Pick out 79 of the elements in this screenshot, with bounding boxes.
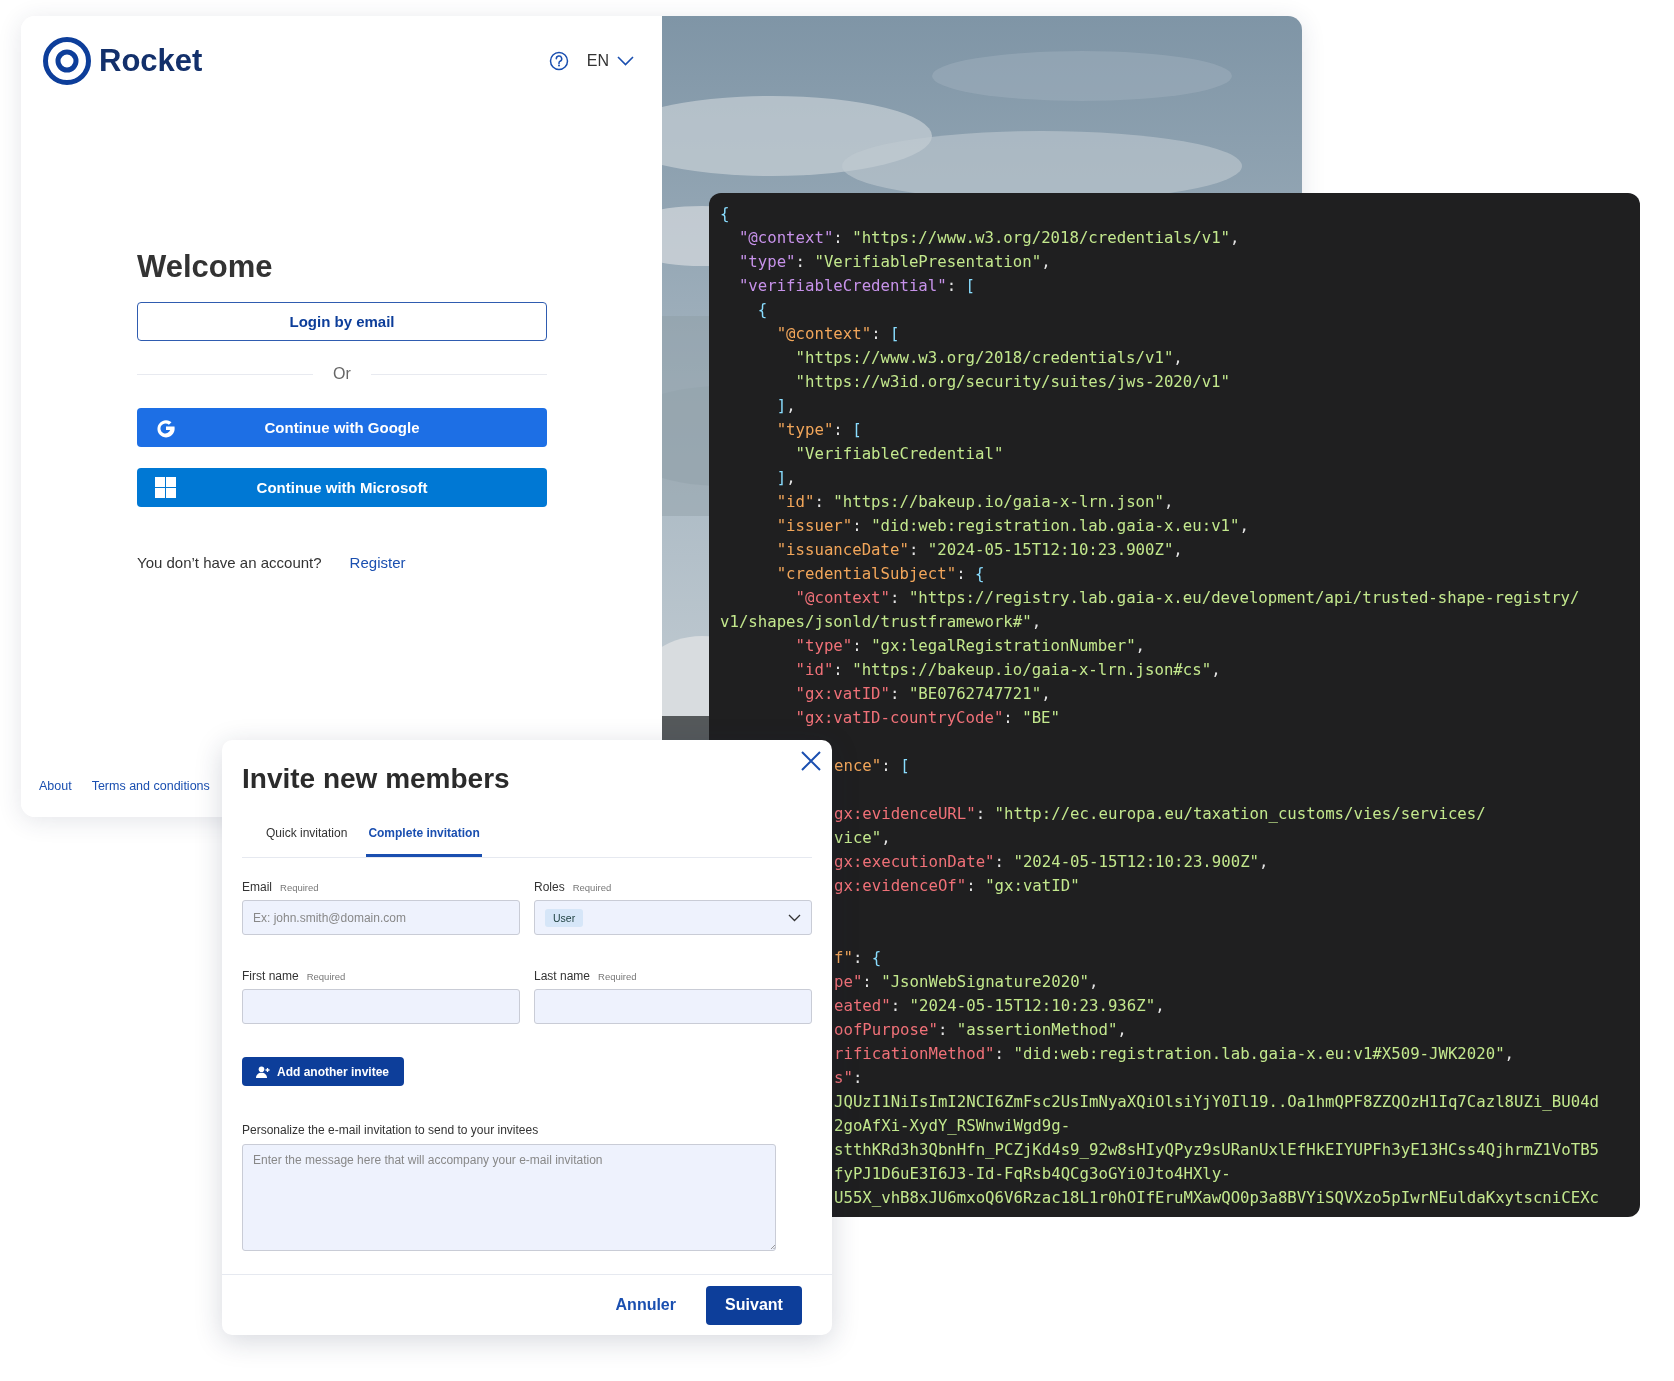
required-note: Required bbox=[306, 970, 346, 984]
message-label: Personalize the e-mail invitation to send to your invitees bbox=[242, 1122, 540, 1138]
input-field[interactable] bbox=[242, 989, 520, 1024]
code-line: s": bbox=[834, 1067, 863, 1089]
g-logo-icon bbox=[155, 417, 177, 439]
microsoft-login-button[interactable]: Continue with Microsoft bbox=[137, 468, 547, 507]
code-line: "type": [ bbox=[775, 419, 862, 441]
code-line: "@context": [ bbox=[775, 323, 900, 345]
code-line: "gx:vatID-countryCode": "BE" bbox=[794, 707, 1060, 729]
footer-link[interactable]: About bbox=[39, 776, 72, 796]
help-icon[interactable] bbox=[548, 51, 569, 71]
code-line: U55X_vhB8xJU6mxoQ6V6Rzac18L1r0hOIfEruMXawQO0p3a8BVYiSQVXzo5pIwrNEuldaKxytscniCEXc bbox=[834, 1187, 1600, 1209]
code-line: "verifiableCredential": [ bbox=[737, 275, 976, 297]
tab[interactable]: Quick invitation bbox=[264, 824, 350, 857]
login-email-button[interactable]: Login by email bbox=[137, 302, 547, 341]
role-select[interactable]: User bbox=[534, 900, 812, 935]
code-line: "@context": "https://www.w3.org/2018/credentials/v1", bbox=[737, 227, 1240, 249]
input-field[interactable]: Ex: john.smith@domain.com bbox=[242, 900, 520, 935]
code-line: ence": [ bbox=[834, 755, 910, 777]
code-line: oofPurpose": "assertionMethod", bbox=[834, 1019, 1127, 1041]
dialog-title: Invite new members bbox=[242, 762, 511, 796]
required-note: Required bbox=[572, 881, 612, 895]
required-note: Required bbox=[280, 881, 319, 895]
code-line: gx:evidenceURL": "http://ec.europa.eu/taxation_customs/vies/services/ bbox=[834, 803, 1486, 825]
language-selector[interactable]: EN bbox=[586, 52, 634, 70]
google-login-button[interactable]: Continue with Google bbox=[137, 408, 547, 447]
field-label: Roles bbox=[534, 879, 565, 895]
code-line: "issuer": "did:web:registration.lab.gaia-x.eu:v1", bbox=[775, 515, 1249, 537]
code-line: "https://www.w3.org/2018/credentials/v1", bbox=[794, 347, 1183, 369]
code-line: f": { bbox=[834, 947, 882, 969]
code-line: ], bbox=[775, 467, 796, 489]
resize-handle-icon[interactable] bbox=[770, 1244, 776, 1250]
add-person-icon bbox=[256, 1065, 270, 1078]
code-line: { bbox=[756, 299, 768, 321]
code-line: { bbox=[720, 203, 730, 225]
welcome-title: Welcome bbox=[137, 249, 274, 285]
code-line: fyPJ1D6uE3I6J3-Id-FqRsb4QCg3oGYi0Jto4HXly- bbox=[834, 1163, 1231, 1185]
message-field[interactable]: Enter the message here that will accompany your e-mail invitation bbox=[242, 1144, 776, 1251]
code-line: pe": "JsonWebSignature2020", bbox=[834, 971, 1099, 993]
code-line: "credentialSubject": { bbox=[775, 563, 985, 585]
field-label: Last name bbox=[534, 968, 591, 984]
next-button[interactable]: Suivant bbox=[706, 1285, 802, 1325]
field-label: Email bbox=[242, 879, 272, 895]
code-line: eated": "2024-05-15T12:10:23.936Z", bbox=[834, 995, 1165, 1017]
code-line: "https://w3id.org/security/suites/jws-2020/v1" bbox=[794, 371, 1230, 393]
chevron-down-icon bbox=[788, 913, 801, 922]
code-line: rificationMethod": "did:web:registration.lab.gaia-x.eu:v1#X509-JWK2020", bbox=[834, 1043, 1515, 1065]
code-line: "VerifiableCredential" bbox=[794, 443, 1004, 465]
code-line: "@context": "https://registry.lab.gaia-x.eu/development/api/trusted-shape-registry/ bbox=[794, 587, 1580, 609]
code-line: "issuanceDate": "2024-05-15T12:10:23.900Z", bbox=[775, 539, 1183, 561]
code-line: "id": "https://bakeup.io/gaia-x-lrn.json#cs", bbox=[794, 659, 1221, 681]
code-line: 2goAfXi-XydY_RSWnwiWgd9g- bbox=[834, 1115, 1071, 1137]
chevron-down-icon bbox=[617, 56, 634, 66]
brand-name: Rocket bbox=[99, 43, 203, 79]
code-line: gx:evidenceOf": "gx:vatID" bbox=[834, 875, 1080, 897]
cancel-button[interactable]: Annuler bbox=[615, 1285, 676, 1325]
code-line: ], bbox=[775, 395, 796, 417]
code-line: "id": "https://bakeup.io/gaia-x-lrn.json", bbox=[775, 491, 1174, 513]
add-invitee-button[interactable]: Add another invitee bbox=[242, 1057, 404, 1086]
logo-icon bbox=[43, 37, 91, 85]
code-line: gx:executionDate": "2024-05-15T12:10:23.900Z", bbox=[834, 851, 1269, 873]
close-icon[interactable] bbox=[800, 750, 822, 772]
code-line: stthKRd3h3QbnHfn_PCZjKd4s9_92w8sHIyQPyz9sURanUxlEfHkEIYUPFh3yE13HCss4QjhrmZ1VoTB5 bbox=[834, 1139, 1600, 1161]
input-field[interactable] bbox=[534, 989, 812, 1024]
divider-label: Or bbox=[333, 365, 351, 383]
code-line: "type": "VerifiablePresentation", bbox=[737, 251, 1051, 273]
code-line: "gx:vatID": "BE0762747721", bbox=[794, 683, 1051, 705]
footer-link[interactable]: Terms and conditions bbox=[91, 776, 210, 796]
register-link[interactable]: Register bbox=[349, 553, 406, 573]
register-prompt: You don’t have an account? bbox=[137, 553, 322, 573]
code-line: "type": "gx:legalRegistrationNumber", bbox=[794, 635, 1146, 657]
tab[interactable]: Complete invitation bbox=[366, 824, 482, 857]
code-line: JQUzI1NiIsImI2NCI6ZmFsc2UsImNyaXQiOlsiYjY0Il19..Oa1hmQPF8ZZQOzH1Iq7Cazl8UZi_BU04d bbox=[834, 1091, 1600, 1113]
code-line: vice", bbox=[834, 827, 891, 849]
code-line: v1/shapes/jsonld/trustframework#", bbox=[720, 611, 1042, 633]
windows-logo-icon bbox=[155, 477, 176, 498]
field-label: First name bbox=[242, 968, 299, 984]
required-note: Required bbox=[598, 970, 637, 984]
role-chip: User bbox=[545, 908, 584, 927]
